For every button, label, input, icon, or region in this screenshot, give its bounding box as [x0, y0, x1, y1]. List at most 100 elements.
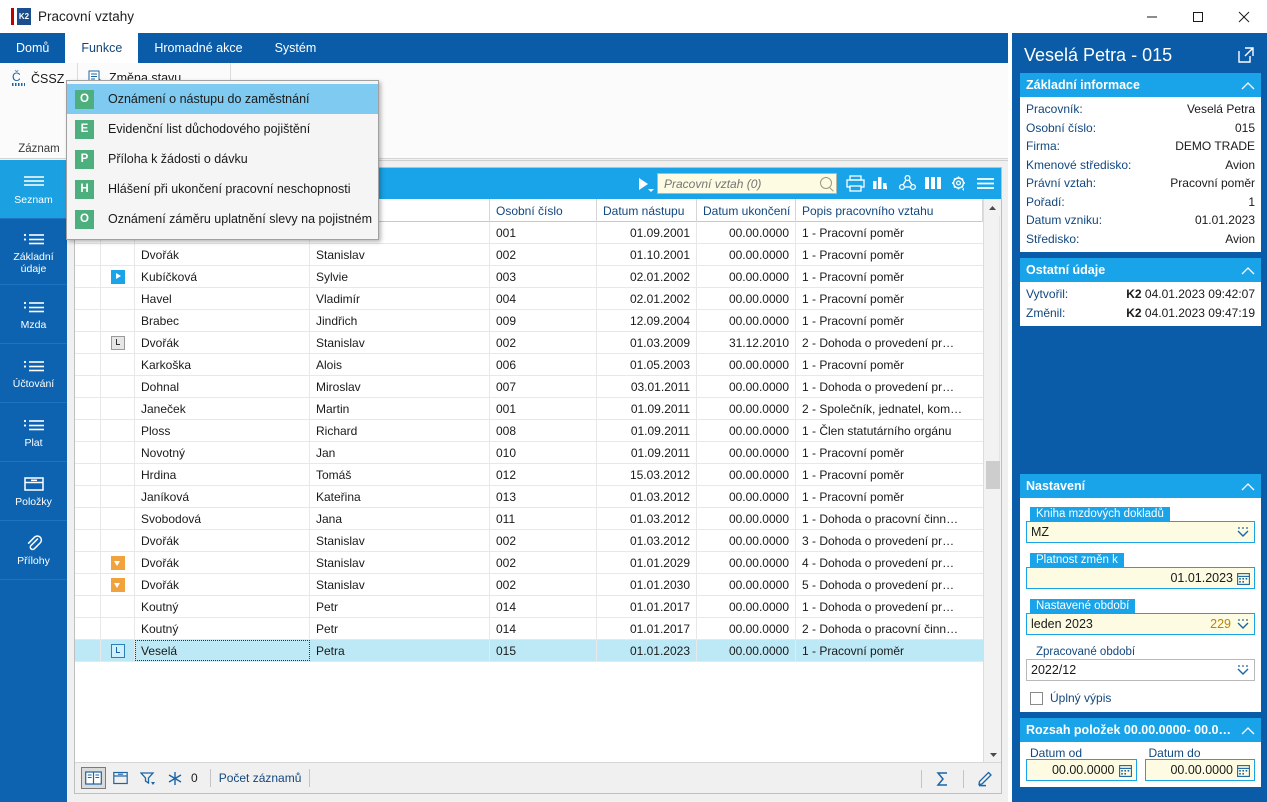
sidebar-item-seznam[interactable]: Seznam — [0, 160, 67, 219]
menu-item-oznameni-nastup[interactable]: O Oznámení o nástupu do zaměstnání — [67, 84, 378, 114]
row-cell-datum-ukonceni: 00.00.0000 — [697, 266, 796, 287]
filter-icon[interactable] — [135, 767, 160, 789]
table-row[interactable]: Ploss Richard 008 01.09.2011 00.00.0000 1 - Č… — [75, 420, 983, 442]
close-button[interactable] — [1221, 0, 1267, 33]
datum-do-input[interactable]: 00.00.0000 — [1144, 759, 1255, 781]
row-cell-popis: 1 - Pracovní poměr — [802, 313, 905, 328]
book-icon[interactable] — [81, 767, 106, 789]
row-cell-jmeno: Martin — [310, 398, 490, 419]
section-header-rozsah-polozek[interactable]: Rozsah položek 00.00.0000- 00.0… — [1020, 718, 1261, 742]
sidebar-item-mzda[interactable]: Mzda — [0, 285, 67, 344]
chevron-down-icon[interactable] — [1236, 664, 1250, 676]
settings-gear-icon[interactable] — [947, 172, 971, 195]
table-row[interactable]: Janeček Martin 001 01.09.2011 00.00.0000 2 - … — [75, 398, 983, 420]
sum-sigma-icon[interactable] — [930, 768, 955, 790]
chevron-up-icon[interactable] — [1241, 481, 1255, 491]
calendar-icon[interactable] — [1237, 764, 1250, 777]
checkbox-box[interactable] — [1030, 691, 1043, 705]
paperclip-icon — [25, 533, 43, 553]
bar-chart-icon[interactable] — [869, 172, 893, 195]
sidebar-item-zakladni-udaje[interactable]: Základní údaje — [0, 219, 67, 285]
grid-col-datum-nastupu[interactable]: Datum nástupu — [597, 199, 697, 222]
row-cell-datum-ukonceni: 00.00.0000 — [697, 222, 796, 243]
play-dropdown-icon[interactable] — [631, 173, 655, 195]
table-row[interactable]: Dvořák Stanislav 002 01.01.2029 00.00.0000 4 … — [75, 552, 983, 574]
table-row[interactable]: Havel Vladimír 004 02.01.2002 00.00.0000 1 - … — [75, 288, 983, 310]
chevron-up-icon[interactable] — [1241, 725, 1255, 735]
table-row[interactable]: Brabec Jindřich 009 12.09.2004 00.00.0000 1 -… — [75, 310, 983, 332]
archive-box-icon[interactable] — [108, 767, 133, 789]
calendar-icon[interactable] — [1118, 764, 1132, 777]
table-row[interactable]: Koutný Petr 014 01.01.2017 00.00.0000 2 - Doh… — [75, 618, 983, 640]
sidebar-item-uctovani[interactable]: Účtování — [0, 344, 67, 403]
kniha-mzdovych-dokladu-input[interactable]: MZ — [1026, 521, 1255, 543]
minimize-button[interactable] — [1129, 0, 1175, 33]
grid-col-osobni-cislo[interactable]: Osobní číslo — [490, 199, 597, 222]
section-header-zakladni-informace[interactable]: Základní informace — [1020, 73, 1261, 97]
chevron-up-icon[interactable] — [1241, 265, 1255, 275]
snowflake-icon[interactable] — [162, 767, 187, 789]
row-cell-popis: 3 - Dohoda o provedení pr… — [802, 533, 955, 548]
scrollbar-thumb[interactable] — [986, 461, 1000, 489]
grid-vertical-scrollbar[interactable] — [983, 199, 1001, 763]
chevron-down-icon[interactable] — [1236, 526, 1250, 538]
search-input[interactable] — [662, 175, 820, 192]
menu-item-priloha-zadost[interactable]: P Příloha k žádosti o dávku — [67, 144, 378, 174]
print-icon[interactable] — [843, 172, 867, 195]
table-row[interactable]: Koutný Petr 014 01.01.2017 00.00.0000 1 - Doh… — [75, 596, 983, 618]
grid-col-popis[interactable]: Popis pracovního vztahu — [796, 199, 983, 222]
table-row[interactable]: Dvořák Stanislav 002 01.03.2012 00.00.0000 3 … — [75, 530, 983, 552]
table-row[interactable]: Veselá Petra 015 01.01.2023 00.00.0000 1 - Pr… — [75, 640, 983, 662]
scroll-down-arrow[interactable] — [984, 746, 1002, 763]
tab-system[interactable]: Systém — [259, 33, 333, 63]
maximize-button[interactable] — [1175, 0, 1221, 33]
cssz-button[interactable]: Č ČSSZ — [6, 66, 72, 92]
chevron-up-icon[interactable] — [1241, 80, 1255, 90]
row-cell-flag — [101, 332, 135, 353]
table-row[interactable]: Dvořák Stanislav 002 01.03.2009 31.12.2010 2 … — [75, 332, 983, 354]
checkbox-uplny-vypis[interactable]: Úplný výpis — [1026, 688, 1255, 706]
menu-badge-o2: O — [75, 209, 94, 229]
chevron-down-icon[interactable] — [1236, 618, 1250, 630]
nastavene-obdobi-input[interactable]: leden 2023 229 — [1026, 613, 1255, 635]
row-cell-popis: 1 - Pracovní poměr — [802, 269, 905, 284]
menu-item-hlaseni-ukonceni[interactable]: H Hlášení při ukončení pracovní neschopn… — [67, 174, 378, 204]
row-cell-blank — [75, 486, 101, 507]
datum-od-input[interactable]: 00.00.0000 — [1026, 759, 1137, 781]
menu-item-label: Příloha k žádosti o dávku — [108, 152, 248, 166]
table-row[interactable]: Kubíčková Sylvie 003 02.01.2002 00.00.0000 1 … — [75, 266, 983, 288]
hamburger-menu-icon[interactable] — [973, 172, 997, 195]
sidebar-item-prilohy[interactable]: Přílohy — [0, 521, 67, 580]
scroll-up-arrow[interactable] — [984, 199, 1001, 216]
table-row[interactable]: Janíková Kateřina 013 01.03.2012 00.00.0000 1… — [75, 486, 983, 508]
platnost-zmen-k-input[interactable]: 01.01.2023 — [1026, 567, 1255, 589]
table-row[interactable]: Dvořák Stanislav 002 01.10.2001 00.00.0000 1 … — [75, 244, 983, 266]
grid-col-datum-ukonceni[interactable]: Datum ukončení — [697, 199, 796, 222]
left-navigation: Seznam Základní údaje Mzda Účtování Plat… — [0, 160, 67, 802]
edit-pencil-icon[interactable] — [972, 768, 997, 790]
calendar-icon[interactable] — [1237, 572, 1250, 585]
scrollbar-track[interactable] — [986, 216, 1000, 461]
tab-domu[interactable]: Domů — [0, 33, 65, 63]
table-row[interactable]: Dvořák Stanislav 002 01.01.2030 00.00.0000 5 … — [75, 574, 983, 596]
table-row[interactable]: Svobodová Jana 011 01.03.2012 00.00.0000 1 - … — [75, 508, 983, 530]
menu-item-oznameni-zameru[interactable]: O Oznámení záměru uplatnění slevy na poj… — [67, 204, 378, 234]
table-row[interactable]: Karkoška Alois 006 01.05.2003 00.00.0000 1 - … — [75, 354, 983, 376]
menu-item-evidencni-list[interactable]: E Evidenční list důchodového pojištění — [67, 114, 378, 144]
table-row[interactable]: Dohnal Miroslav 007 03.01.2011 00.00.0000 1 -… — [75, 376, 983, 398]
sidebar-item-plat[interactable]: Plat — [0, 403, 67, 462]
tab-funkce[interactable]: Funkce — [65, 33, 139, 63]
search-input-wrapper[interactable] — [657, 173, 837, 194]
table-row[interactable]: Novotný Jan 010 01.09.2011 00.00.0000 1 - Pra… — [75, 442, 983, 464]
zpracovane-obdobi-input[interactable]: 2022/12 — [1026, 659, 1255, 681]
columns-icon[interactable] — [921, 172, 945, 195]
tab-hromadne-akce[interactable]: Hromadné akce — [138, 33, 258, 63]
open-external-icon[interactable] — [1237, 46, 1255, 64]
sidebar-item-label: Seznam — [14, 194, 53, 206]
section-header-ostatni-udaje[interactable]: Ostatní údaje — [1020, 258, 1261, 282]
table-row[interactable]: Hrdina Tomáš 012 15.03.2012 00.00.0000 1 - Pr… — [75, 464, 983, 486]
sidebar-item-label: Základní údaje — [13, 250, 54, 275]
section-header-nastaveni[interactable]: Nastavení — [1020, 474, 1261, 498]
sidebar-item-polozky[interactable]: Položky — [0, 462, 67, 521]
network-icon[interactable] — [895, 172, 919, 195]
